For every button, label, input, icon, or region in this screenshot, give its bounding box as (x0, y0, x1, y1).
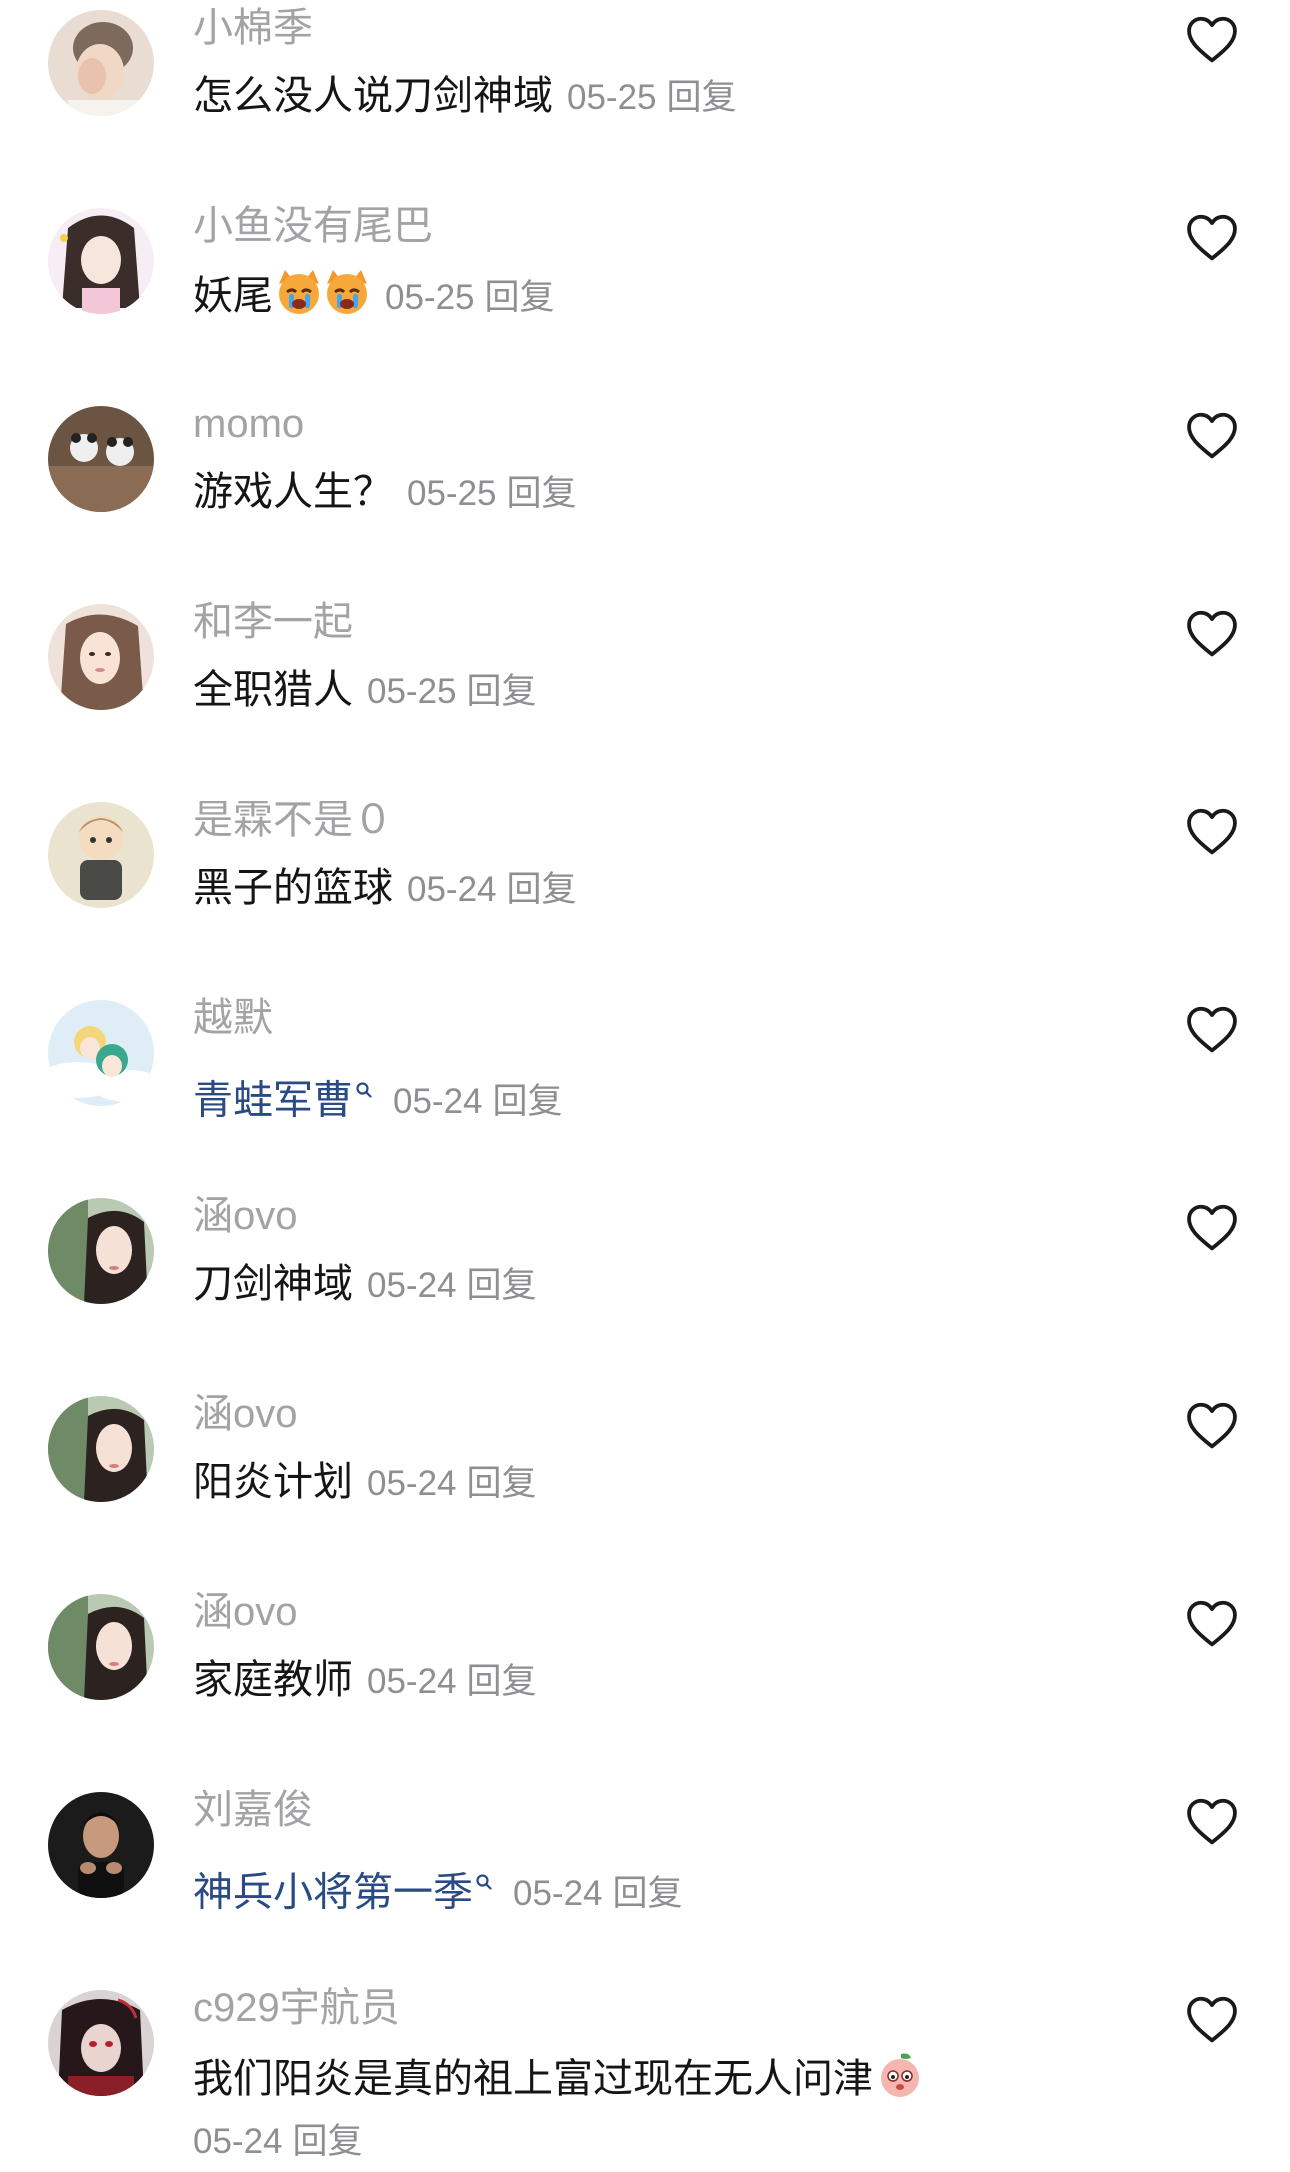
avatar[interactable] (48, 1198, 154, 1304)
heart-outline-icon[interactable] (1185, 14, 1239, 64)
comment-date: 05-24 (513, 1874, 603, 1914)
comment-date: 05-24 (193, 2122, 283, 2161)
search-icon[interactable] (475, 1852, 493, 1904)
avatar[interactable] (48, 406, 154, 512)
comment-text: 妖尾 (193, 274, 273, 319)
reply-button[interactable]: 回复 (507, 870, 577, 909)
comment-text: 刀剑神域 (193, 1262, 353, 1306)
username[interactable]: 涵ovo (193, 1390, 298, 1438)
comment-item: 小鱼没有尾巴 妖尾 05-25 回复 (0, 200, 1290, 398)
username[interactable]: 小鱼没有尾巴 (193, 202, 433, 250)
comment-link[interactable]: 青蛙军曹 (193, 1078, 353, 1122)
peach-face-emoji (875, 2050, 925, 2113)
reply-button[interactable]: 回复 (467, 672, 537, 711)
comment-item: 和李一起 全职猎人 05-25 回复 (0, 596, 1290, 794)
comment-body: 青蛙军曹 05-24 回复 (193, 1060, 563, 1128)
comment-link[interactable]: 神兵小将第一季 (193, 1870, 473, 1914)
comment-body: 黑子的篮球 05-24 回复 (193, 862, 577, 916)
heart-outline-icon[interactable] (1185, 608, 1239, 658)
username[interactable]: 涵ovo (193, 1588, 298, 1636)
reply-button[interactable]: 回复 (493, 1082, 563, 1121)
comment-text: 黑子的篮球 (193, 866, 393, 910)
comment-body: 刀剑神域 05-24 回复 (193, 1258, 537, 1312)
comment-item: momo 游戏人生？ 05-25 回复 (0, 398, 1290, 596)
comment-item: 越默 青蛙军曹 05-24 回复 (0, 992, 1290, 1190)
comment-text: 家庭教师 (193, 1658, 353, 1702)
heart-outline-icon[interactable] (1185, 1004, 1239, 1054)
comment-item: 小棉季 怎么没人说刀剑神域 05-25 回复 (0, 2, 1290, 200)
comment-body: 妖尾 05-25 回复 (193, 268, 555, 329)
avatar[interactable] (48, 1000, 154, 1106)
heart-outline-icon[interactable] (1185, 1202, 1239, 1252)
comment-date: 05-24 (393, 1082, 483, 1122)
comment-date: 05-25 (367, 672, 457, 711)
heart-outline-icon[interactable] (1185, 1796, 1239, 1846)
comment-date: 05-24 (407, 870, 497, 909)
comment-body: 怎么没人说刀剑神域 05-25 回复 (193, 70, 737, 124)
comment-text: 怎么没人说刀剑神域 (193, 74, 553, 118)
avatar[interactable] (48, 604, 154, 710)
avatar[interactable] (48, 1792, 154, 1898)
username[interactable]: 涵ovo (193, 1192, 298, 1240)
heart-outline-icon[interactable] (1185, 806, 1239, 856)
heart-outline-icon[interactable] (1185, 410, 1239, 460)
comment-date: 05-25 (385, 278, 475, 318)
avatar[interactable] (48, 802, 154, 908)
username[interactable]: 是霖不是０ (193, 796, 393, 844)
comment-body: 全职猎人 05-25 回复 (193, 664, 537, 718)
comment-body: 家庭教师 05-24 回复 (193, 1654, 537, 1708)
comment-date: 05-25 (407, 474, 497, 513)
comment-item: 涵ovo 家庭教师 05-24 回复 (0, 1586, 1290, 1784)
username[interactable]: 和李一起 (193, 598, 353, 646)
avatar[interactable] (48, 1396, 154, 1502)
reply-button[interactable]: 回复 (485, 278, 555, 317)
comment-body: 游戏人生？ 05-25 回复 (193, 466, 577, 520)
reply-button[interactable]: 回复 (293, 2122, 363, 2161)
comment-text: 我们阳炎是真的祖上富过现在无人问津 (193, 2057, 873, 2102)
comment-item: 是霖不是０ 黑子的篮球 05-24 回复 (0, 794, 1290, 992)
comment-date: 05-24 (367, 1464, 457, 1503)
comment-meta: 05-24 回复 (193, 2120, 363, 2164)
comment-date: 05-24 (367, 1266, 457, 1305)
comment-list: 小棉季 怎么没人说刀剑神域 05-25 回复 小鱼没有尾巴 妖尾 05-25 回… (0, 0, 1290, 2172)
avatar[interactable] (48, 10, 154, 116)
avatar[interactable] (48, 208, 154, 314)
comment-body: 我们阳炎是真的祖上富过现在无人问津 (193, 2050, 925, 2113)
reply-button[interactable]: 回复 (613, 1874, 683, 1913)
comment-text: 阳炎计划 (193, 1460, 353, 1504)
search-icon[interactable] (355, 1060, 373, 1112)
reply-button[interactable]: 回复 (467, 1662, 537, 1701)
reply-button[interactable]: 回复 (667, 78, 737, 117)
heart-outline-icon[interactable] (1185, 1994, 1239, 2044)
heart-outline-icon[interactable] (1185, 212, 1239, 262)
comment-item: 涵ovo 阳炎计划 05-24 回复 (0, 1388, 1290, 1586)
heart-outline-icon[interactable] (1185, 1598, 1239, 1648)
username[interactable]: 小棉季 (193, 4, 313, 52)
heart-outline-icon[interactable] (1185, 1400, 1239, 1450)
comment-text: 游戏人生？ (193, 470, 393, 514)
avatar[interactable] (48, 1594, 154, 1700)
username[interactable]: c929宇航员 (193, 1984, 400, 2032)
reply-button[interactable]: 回复 (467, 1464, 537, 1503)
comment-item: c929宇航员 我们阳炎是真的祖上富过现在无人问津 05-24 回复 (0, 1982, 1290, 2172)
comment-body: 神兵小将第一季 05-24 回复 (193, 1852, 683, 1920)
crying-cat-emoji (275, 268, 371, 329)
username[interactable]: 刘嘉俊 (193, 1786, 313, 1834)
username[interactable]: 越默 (193, 994, 273, 1042)
username[interactable]: momo (193, 400, 304, 448)
comment-body: 阳炎计划 05-24 回复 (193, 1456, 537, 1510)
comment-item: 涵ovo 刀剑神域 05-24 回复 (0, 1190, 1290, 1388)
reply-button[interactable]: 回复 (467, 1266, 537, 1305)
comment-text: 全职猎人 (193, 668, 353, 712)
comment-date: 05-24 (367, 1662, 457, 1701)
avatar[interactable] (48, 1990, 154, 2096)
comment-date: 05-25 (567, 78, 657, 117)
comment-item: 刘嘉俊 神兵小将第一季 05-24 回复 (0, 1784, 1290, 1982)
reply-button[interactable]: 回复 (507, 474, 577, 513)
